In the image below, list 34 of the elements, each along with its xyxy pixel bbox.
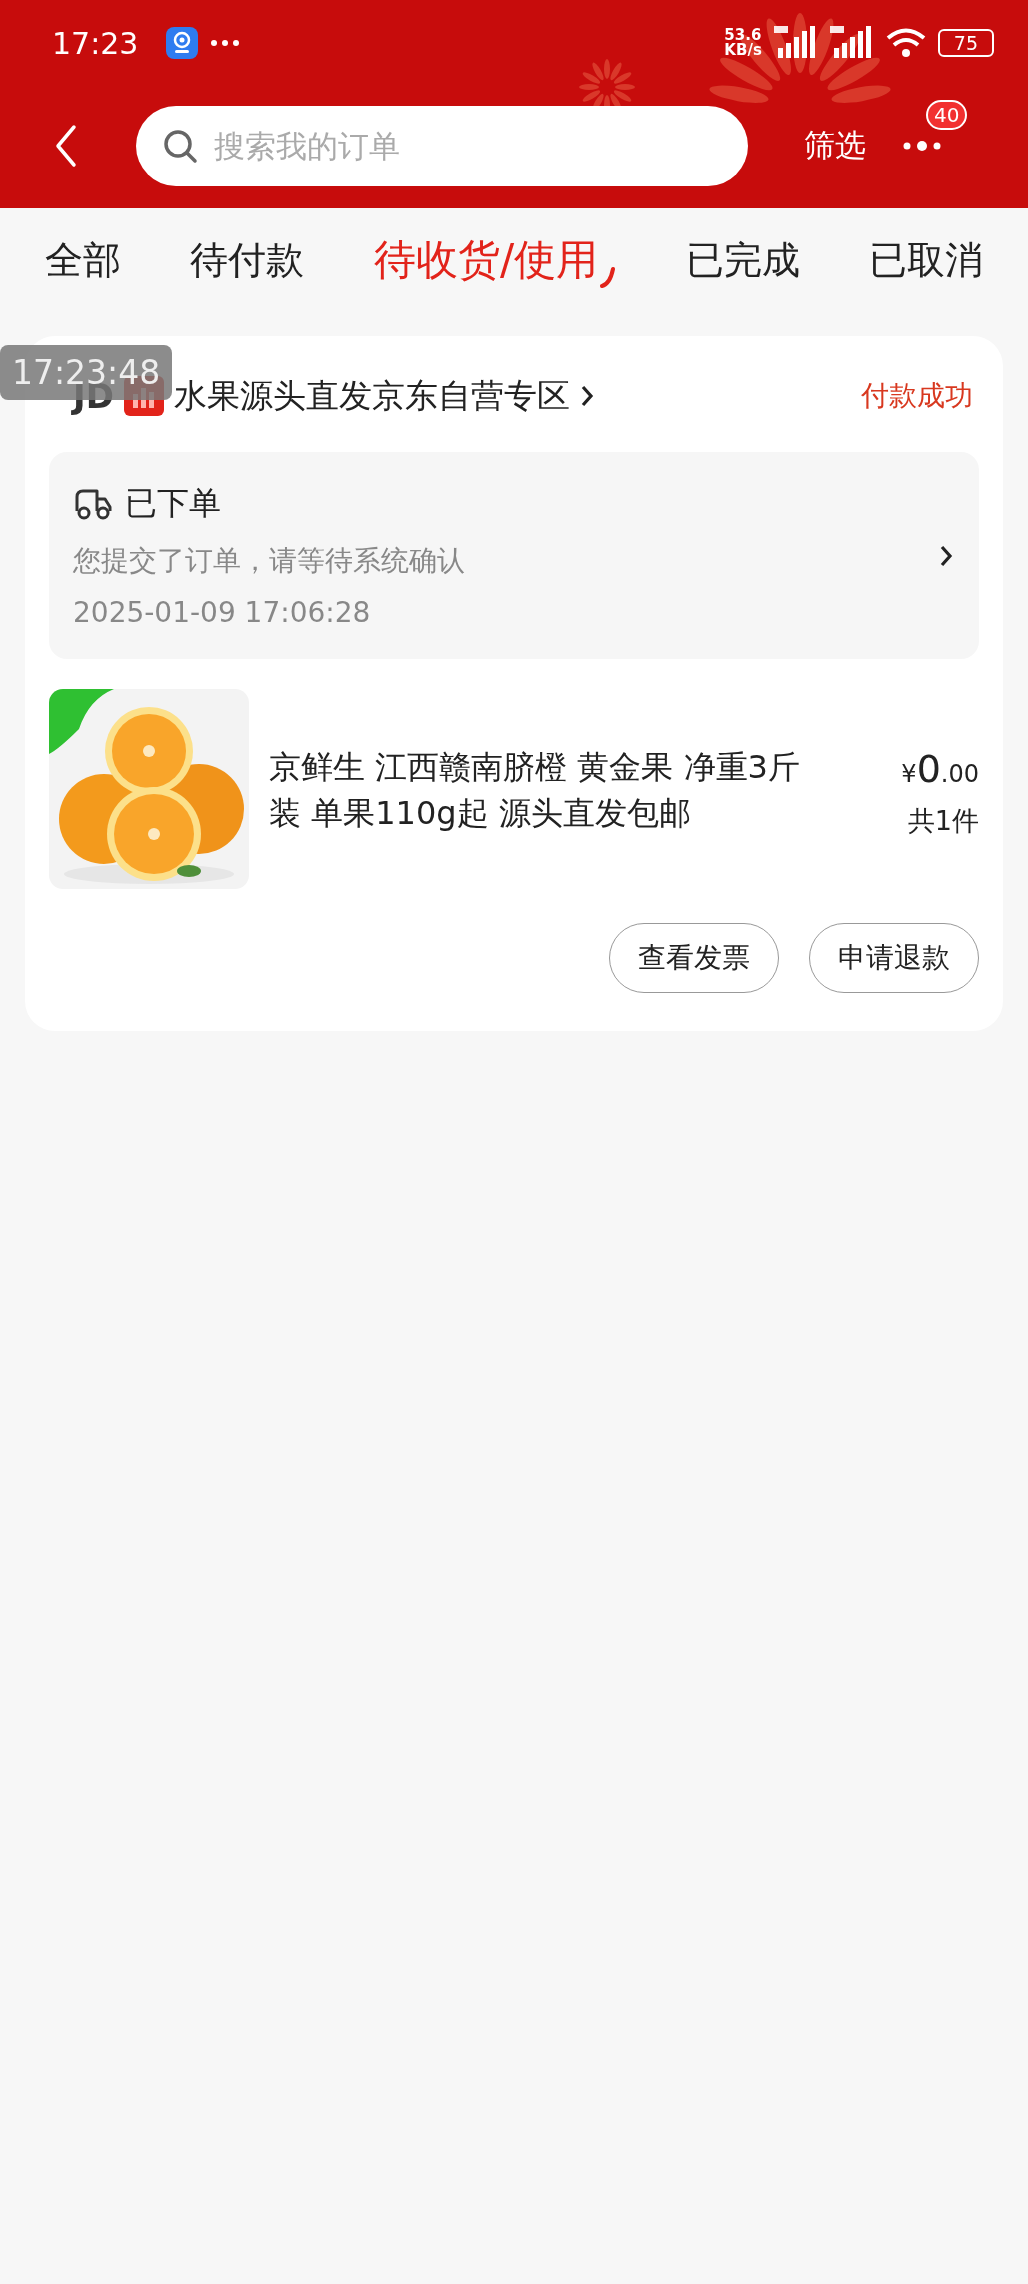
- signal-icon: [829, 26, 874, 60]
- product-quantity: 共1件: [907, 804, 979, 838]
- product-price: ¥0.00: [901, 747, 979, 791]
- search-icon: [162, 128, 198, 164]
- more-notifications-icon: [210, 39, 241, 47]
- tab[interactable]: 待付款: [190, 234, 305, 286]
- camera-app-icon: [166, 27, 199, 59]
- wifi-icon: [885, 27, 926, 59]
- tab[interactable]: 已取消: [869, 234, 984, 286]
- network-speed: 53.6 KB/s: [724, 28, 762, 58]
- tracking-time: 2025-01-09 17:06:28: [73, 596, 372, 629]
- tab[interactable]: 全部: [44, 234, 121, 286]
- product-title[interactable]: 京鲜生 江西赣南脐橙 黄金果 净重3斤装 单果110g起 源头直发包邮: [269, 744, 829, 836]
- search-field[interactable]: 搜索我的订单: [136, 106, 748, 186]
- order-status: 付款成功: [861, 378, 973, 414]
- tab[interactable]: 待收货/使用: [373, 234, 599, 286]
- tab[interactable]: 已完成: [685, 234, 800, 286]
- back-icon[interactable]: [54, 124, 78, 168]
- store-name-link[interactable]: 水果源头直发京东自营专区: [173, 373, 570, 419]
- battery-level: 75: [937, 29, 994, 57]
- notification-badge: 40: [926, 100, 968, 130]
- tab-indicator-icon: [600, 266, 617, 290]
- order-action-button[interactable]: 查看发票: [609, 923, 779, 993]
- signal-icon: [773, 26, 818, 60]
- more-icon[interactable]: [902, 140, 942, 152]
- tracking-panel[interactable]: 已下单 您提交了订单，请等待系统确认 2025-01-09 17:06:28: [49, 452, 979, 659]
- filter-button[interactable]: 筛选: [804, 125, 866, 167]
- truck-icon: [73, 487, 113, 521]
- tracking-status: 已下单: [125, 483, 221, 524]
- chevron-right-icon: [939, 543, 953, 568]
- chevron-right-icon: [579, 384, 594, 408]
- clock-time: 17:23: [52, 25, 139, 61]
- tracking-message: 您提交了订单，请等待系统确认: [73, 543, 465, 579]
- order-action-button[interactable]: 申请退款: [809, 923, 979, 993]
